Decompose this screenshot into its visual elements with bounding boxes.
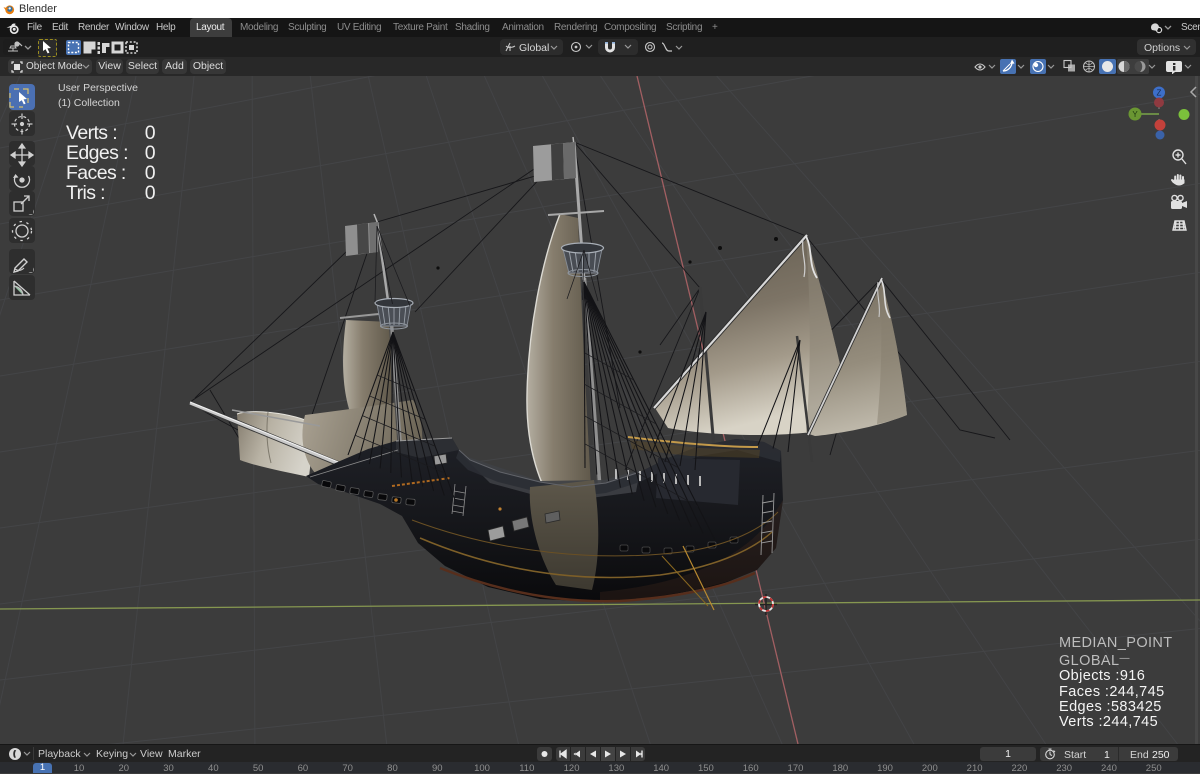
svg-text:Y: Y	[1132, 110, 1138, 119]
svg-text:Z: Z	[1157, 89, 1162, 98]
